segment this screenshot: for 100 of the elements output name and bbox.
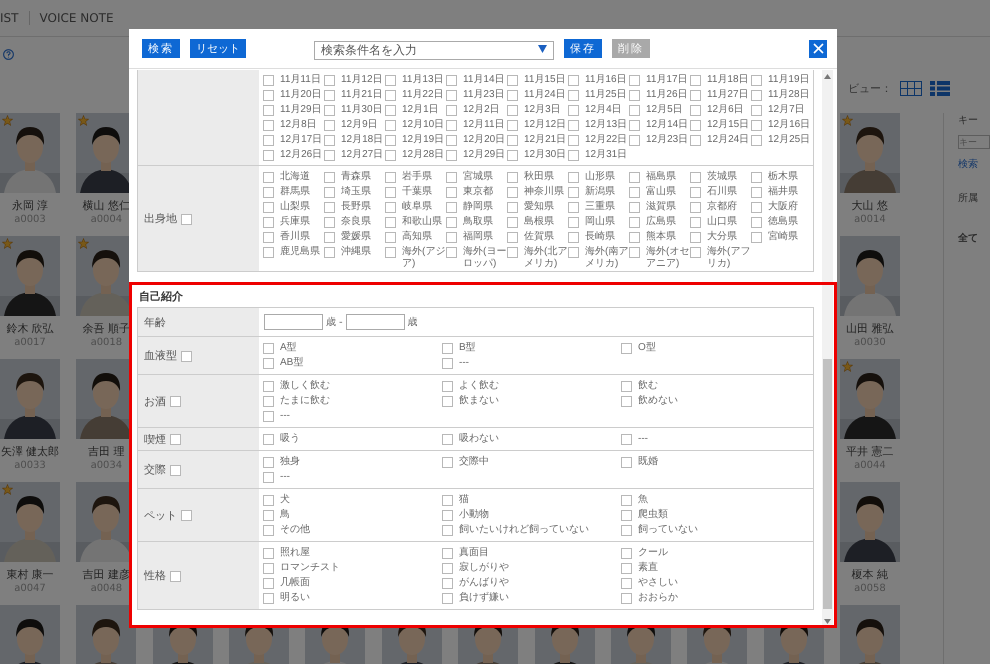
all-filter[interactable]: 全て bbox=[958, 231, 990, 245]
checkbox[interactable] bbox=[385, 120, 396, 131]
checkbox[interactable] bbox=[507, 135, 518, 146]
checkbox[interactable] bbox=[507, 105, 518, 116]
checkbox[interactable] bbox=[385, 105, 396, 116]
checkbox[interactable] bbox=[385, 172, 396, 183]
checkbox[interactable] bbox=[263, 495, 274, 506]
checkbox[interactable] bbox=[507, 232, 518, 243]
caret-icon[interactable] bbox=[538, 45, 547, 53]
checkbox[interactable] bbox=[568, 90, 579, 101]
checkbox[interactable] bbox=[621, 495, 632, 506]
help-icon[interactable] bbox=[3, 48, 14, 60]
checkbox[interactable] bbox=[263, 105, 274, 116]
age-max-field[interactable] bbox=[346, 314, 405, 330]
checkbox[interactable] bbox=[385, 187, 396, 198]
member-name[interactable]: 横山 悠仁 bbox=[82, 198, 130, 213]
member-name[interactable]: 平井 憲二 bbox=[846, 444, 894, 459]
checkbox[interactable] bbox=[446, 105, 457, 116]
checkbox[interactable] bbox=[170, 396, 181, 407]
checkbox[interactable] bbox=[621, 525, 632, 536]
checkbox[interactable] bbox=[446, 172, 457, 183]
condition-field[interactable]: 検索条件名を入力 bbox=[314, 40, 554, 60]
checkbox[interactable] bbox=[442, 343, 453, 354]
checkbox[interactable] bbox=[385, 202, 396, 213]
checkbox[interactable] bbox=[263, 457, 274, 468]
checkbox[interactable] bbox=[385, 90, 396, 101]
checkbox[interactable] bbox=[568, 217, 579, 228]
checkbox[interactable] bbox=[621, 593, 632, 604]
checkbox[interactable] bbox=[442, 381, 453, 392]
checkbox[interactable] bbox=[446, 75, 457, 86]
checkbox[interactable] bbox=[324, 247, 335, 258]
checkbox[interactable] bbox=[446, 120, 457, 131]
checkbox[interactable] bbox=[263, 247, 274, 258]
checkbox[interactable] bbox=[324, 120, 335, 131]
checkbox[interactable] bbox=[751, 75, 762, 86]
checkbox[interactable] bbox=[568, 105, 579, 116]
checkbox[interactable] bbox=[446, 217, 457, 228]
close-button[interactable] bbox=[809, 40, 827, 58]
checkbox[interactable] bbox=[507, 187, 518, 198]
reset-button[interactable]: リセット bbox=[190, 39, 246, 58]
member-name[interactable]: 矢澤 健太郎 bbox=[0, 444, 60, 459]
checkbox[interactable] bbox=[568, 75, 579, 86]
checkbox[interactable] bbox=[442, 457, 453, 468]
checkbox[interactable] bbox=[507, 90, 518, 101]
checkbox[interactable] bbox=[751, 90, 762, 101]
checkbox[interactable] bbox=[324, 217, 335, 228]
checkbox[interactable] bbox=[629, 247, 640, 258]
checkbox[interactable] bbox=[446, 247, 457, 258]
checkbox[interactable] bbox=[263, 381, 274, 392]
nav-link[interactable]: IST bbox=[0, 11, 30, 25]
checkbox[interactable] bbox=[629, 232, 640, 243]
checkbox[interactable] bbox=[324, 105, 335, 116]
scroll-down-icon[interactable] bbox=[824, 619, 831, 624]
checkbox[interactable] bbox=[751, 172, 762, 183]
checkbox[interactable] bbox=[442, 563, 453, 574]
list-view-icon[interactable] bbox=[930, 80, 950, 96]
checkbox[interactable] bbox=[442, 495, 453, 506]
checkbox[interactable] bbox=[690, 90, 701, 101]
checkbox[interactable] bbox=[385, 75, 396, 86]
checkbox[interactable] bbox=[446, 202, 457, 213]
checkbox[interactable] bbox=[629, 75, 640, 86]
checkbox[interactable] bbox=[621, 578, 632, 589]
checkbox[interactable] bbox=[263, 525, 274, 536]
checkbox[interactable] bbox=[170, 464, 181, 476]
checkbox[interactable] bbox=[170, 434, 181, 445]
checkbox[interactable] bbox=[442, 434, 453, 445]
member-name[interactable]: 永岡 淳 bbox=[12, 198, 48, 213]
checkbox[interactable] bbox=[263, 472, 274, 483]
checkbox[interactable] bbox=[629, 187, 640, 198]
checkbox[interactable] bbox=[629, 135, 640, 146]
member-name[interactable]: 大山 悠 bbox=[852, 198, 888, 213]
checkbox[interactable] bbox=[621, 548, 632, 559]
checkbox[interactable] bbox=[324, 232, 335, 243]
checkbox[interactable] bbox=[568, 232, 579, 243]
checkbox[interactable] bbox=[621, 396, 632, 407]
checkbox[interactable] bbox=[690, 187, 701, 198]
checkbox[interactable] bbox=[621, 563, 632, 574]
checkbox[interactable] bbox=[442, 578, 453, 589]
checkbox[interactable] bbox=[181, 350, 192, 362]
member-name[interactable]: 榎本 純 bbox=[852, 567, 888, 582]
search-link[interactable]: 検索 bbox=[958, 157, 990, 171]
checkbox[interactable] bbox=[263, 135, 274, 146]
checkbox[interactable] bbox=[507, 172, 518, 183]
save-button[interactable]: 保存 bbox=[564, 39, 602, 58]
checkbox[interactable] bbox=[568, 120, 579, 131]
checkbox[interactable] bbox=[621, 381, 632, 392]
checkbox[interactable] bbox=[442, 358, 453, 369]
checkbox[interactable] bbox=[324, 172, 335, 183]
checkbox[interactable] bbox=[621, 434, 632, 445]
checkbox[interactable] bbox=[446, 150, 457, 161]
checkbox[interactable] bbox=[507, 217, 518, 228]
checkbox[interactable] bbox=[446, 90, 457, 101]
checkbox[interactable] bbox=[385, 217, 396, 228]
checkbox[interactable] bbox=[442, 396, 453, 407]
checkbox[interactable] bbox=[385, 247, 396, 258]
checkbox[interactable] bbox=[690, 135, 701, 146]
checkbox[interactable] bbox=[568, 187, 579, 198]
nav-link[interactable]: VOICE NOTE bbox=[40, 11, 124, 25]
checkbox[interactable] bbox=[263, 217, 274, 228]
checkbox[interactable] bbox=[446, 187, 457, 198]
